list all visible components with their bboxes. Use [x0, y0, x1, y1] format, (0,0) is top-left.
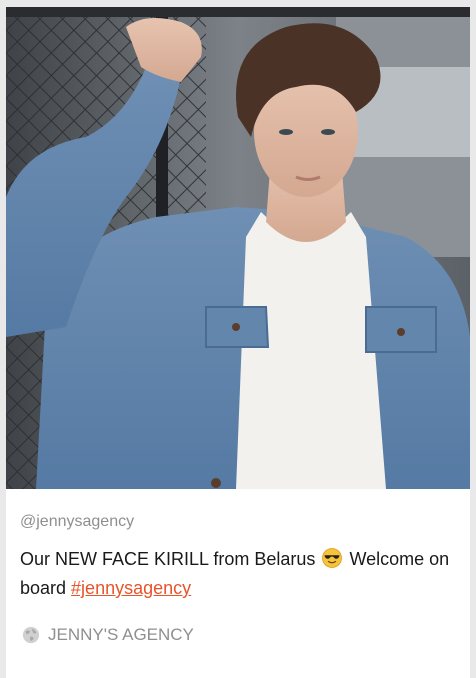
globe-icon — [22, 626, 40, 644]
post-source[interactable]: JENNY'S AGENCY — [20, 625, 456, 645]
hashtag-link[interactable]: #jennysagency — [71, 578, 191, 598]
sunglasses-emoji-icon — [322, 548, 343, 568]
post-card[interactable]: @jennysagency Our NEW FACE KIRILL from B… — [6, 7, 470, 678]
caption-text: Our NEW FACE KIRILL from Belarus — [20, 549, 316, 569]
model-photo-illustration — [6, 7, 470, 489]
post-image[interactable] — [6, 7, 470, 489]
post-caption: Our NEW FACE KIRILL from Belarus Welcome… — [20, 545, 456, 603]
source-label: JENNY'S AGENCY — [48, 625, 194, 644]
author-handle[interactable]: @jennysagency — [20, 512, 456, 532]
post-body: @jennysagency Our NEW FACE KIRILL from B… — [6, 512, 470, 645]
